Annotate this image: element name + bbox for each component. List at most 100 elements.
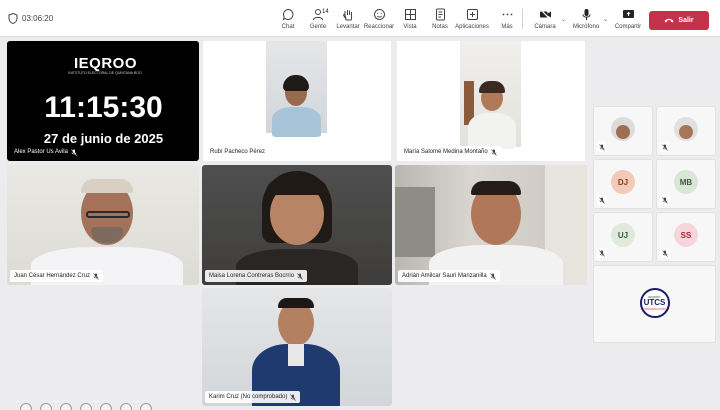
video-feed xyxy=(460,41,521,149)
notes-label: Notas xyxy=(432,24,448,30)
participant-name-tag: Adrián Amilcar Sauri Manzanilla xyxy=(398,270,500,282)
camera-off-icon xyxy=(539,8,551,21)
mic-off-icon xyxy=(297,272,303,280)
view-button[interactable]: Vista xyxy=(393,8,427,30)
participant-name-tag: Rubí Pacheco Pérez xyxy=(206,146,270,158)
video-tile[interactable]: Adrián Amilcar Sauri Manzanilla xyxy=(395,165,587,285)
emoji-icon xyxy=(373,9,385,20)
avatar xyxy=(674,117,698,141)
control-dot[interactable] xyxy=(80,403,92,410)
video-tile[interactable]: Rubí Pacheco Pérez xyxy=(203,41,391,161)
share-button[interactable]: Compartir xyxy=(611,8,645,30)
video-tile[interactable]: Karim Cruz (No comprobado) xyxy=(202,288,392,406)
participant-video xyxy=(202,165,392,285)
participant-name-tag xyxy=(597,195,607,205)
participant-name-tag xyxy=(660,248,670,258)
more-icon xyxy=(502,13,512,16)
camera-label: Cámara xyxy=(534,24,556,30)
react-button[interactable]: Reaccionar xyxy=(362,8,396,30)
react-label: Reaccionar xyxy=(363,24,395,30)
phone-hangup-icon xyxy=(664,18,674,23)
avatar-initials: SS xyxy=(674,223,698,247)
chat-label: Chat xyxy=(281,24,295,30)
control-dot[interactable] xyxy=(140,403,152,410)
chat-icon xyxy=(282,8,293,21)
participant-video xyxy=(202,288,392,406)
control-dot[interactable] xyxy=(20,403,32,410)
more-label: Más xyxy=(501,24,513,30)
view-label: Vista xyxy=(403,24,417,30)
small-participant-tile[interactable] xyxy=(593,106,653,156)
small-participant-tile[interactable]: DJ xyxy=(593,159,653,209)
ieqroo-logo: IEQROO xyxy=(74,55,137,72)
share-screen-icon xyxy=(622,10,634,18)
camera-options-chevron-icon[interactable]: ⌄ xyxy=(561,16,566,23)
meeting-timer: 03:06:20 xyxy=(8,13,53,24)
participant-name: Alex Pastor Us Avila xyxy=(14,149,68,155)
small-participant-tile[interactable]: SS xyxy=(656,212,716,262)
clock-date: 27 de junio de 2025 xyxy=(43,131,164,146)
hand-icon xyxy=(342,10,352,21)
bottom-controls xyxy=(20,403,152,410)
utcs-logo-mid: UTCS xyxy=(643,298,666,307)
participant-name: Maisa Lorena Contreras Bocrrio xyxy=(209,273,295,279)
participant-name: Rubí Pacheco Pérez xyxy=(210,149,266,155)
control-dot[interactable] xyxy=(60,403,72,410)
small-participant-tile[interactable]: IEQROO UTCS COMUNICACIÓN xyxy=(593,265,716,343)
raise-hand-button[interactable]: Levantar xyxy=(331,8,365,30)
small-participant-tile[interactable]: MB xyxy=(656,159,716,209)
mic-off-icon xyxy=(71,148,77,156)
camera-button[interactable]: Cámara xyxy=(528,8,562,30)
video-tile[interactable]: María Salomé Medina Montaño xyxy=(397,41,585,161)
people-count: 14 xyxy=(322,9,329,15)
people-button[interactable]: 14 Gente xyxy=(301,8,335,30)
apps-button[interactable]: Aplicaciones xyxy=(455,8,489,30)
participant-video xyxy=(266,41,327,137)
mic-off-icon xyxy=(662,249,668,257)
video-feed xyxy=(266,41,327,137)
clock-time: 11:15:30 xyxy=(44,91,163,124)
participant-name: Adrián Amilcar Sauri Manzanilla xyxy=(402,273,487,279)
participant-name-tag xyxy=(597,142,607,152)
apps-label: Aplicaciones xyxy=(455,24,489,30)
small-participant-tile[interactable] xyxy=(656,106,716,156)
more-button[interactable]: Más xyxy=(490,8,524,30)
avatar xyxy=(611,117,635,141)
mic-off-icon xyxy=(599,249,605,257)
meeting-toolbar: 03:06:20 Chat 14 Gente Levantar Reaccion… xyxy=(0,0,720,37)
share-label: Compartir xyxy=(614,24,642,30)
microphone-icon xyxy=(582,9,590,20)
chat-button[interactable]: Chat xyxy=(271,8,305,30)
participant-name-tag xyxy=(660,142,670,152)
leave-button[interactable]: Salir xyxy=(649,11,709,30)
participant-name: Karim Cruz (No comprobado) xyxy=(209,394,288,400)
participant-name-tag xyxy=(660,195,670,205)
participant-name-tag: Juan César Hernández Cruz xyxy=(10,270,104,282)
participant-name-tag: Karim Cruz (No comprobado) xyxy=(205,391,301,403)
mic-options-chevron-icon[interactable]: ⌄ xyxy=(603,16,608,23)
control-dot[interactable] xyxy=(40,403,52,410)
participant-video xyxy=(460,41,521,149)
control-dot[interactable] xyxy=(100,403,112,410)
mic-off-icon xyxy=(93,272,99,280)
participant-name: María Salomé Medina Montaño xyxy=(404,149,488,155)
participant-video xyxy=(395,165,587,285)
logo-text: IEQROO xyxy=(74,55,138,72)
video-tile[interactable]: Juan César Hernández Cruz xyxy=(7,165,199,285)
small-participant-tile[interactable]: UJ xyxy=(593,212,653,262)
mic-button[interactable]: Micrófono xyxy=(569,8,603,30)
notes-button[interactable]: Notas xyxy=(423,8,457,30)
avatar-initials: DJ xyxy=(611,170,635,194)
participant-name-tag: Alex Pastor Us Avila xyxy=(10,146,81,158)
participant-name-tag xyxy=(597,248,607,258)
mic-off-icon xyxy=(290,393,297,401)
video-tile[interactable]: Maisa Lorena Contreras Bocrrio xyxy=(202,165,392,285)
raise-label: Levantar xyxy=(336,24,360,30)
control-dot[interactable] xyxy=(120,403,132,410)
participant-video xyxy=(7,165,199,285)
logo-subtitle: INSTITUTO ELECTORAL DE QUINTANA ROO xyxy=(68,71,142,75)
toolbar-divider xyxy=(522,9,523,29)
clock-tile[interactable]: IEQROO INSTITUTO ELECTORAL DE QUINTANA R… xyxy=(7,41,199,161)
elapsed-time: 03:06:20 xyxy=(22,14,54,23)
add-app-icon xyxy=(466,9,478,20)
